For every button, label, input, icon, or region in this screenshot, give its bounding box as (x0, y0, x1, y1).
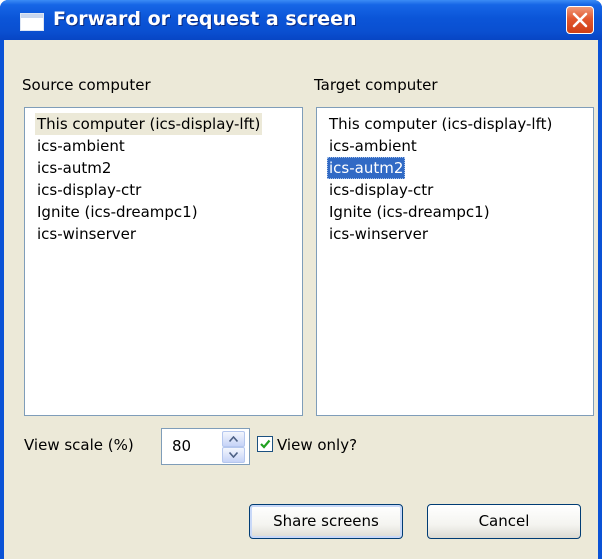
target-item[interactable]: ics-display-ctr (327, 179, 435, 201)
view-only-label[interactable]: View only? (277, 436, 357, 454)
source-item[interactable]: ics-display-ctr (35, 179, 143, 201)
dialog-window: Forward or request a screen Source compu… (0, 0, 602, 559)
target-computer-list[interactable]: This computer (ics-display-lft) ics-ambi… (316, 107, 594, 416)
checkmark-icon (260, 439, 271, 449)
view-only-checkbox[interactable] (257, 436, 273, 452)
source-item[interactable]: ics-autm2 (35, 157, 113, 179)
window-title: Forward or request a screen (53, 8, 357, 30)
cancel-button[interactable]: Cancel (427, 504, 581, 539)
source-computer-label: Source computer (22, 76, 151, 94)
target-item-selected[interactable]: ics-autm2 (327, 157, 406, 179)
share-screens-button[interactable]: Share screens (249, 504, 403, 539)
chevron-down-icon (229, 452, 238, 458)
target-item[interactable]: Ignite (ics-dreampc1) (327, 201, 492, 223)
view-scale-label: View scale (%) (24, 436, 134, 454)
spin-up-button[interactable] (222, 431, 245, 447)
source-item[interactable]: This computer (ics-display-lft) (35, 113, 263, 135)
source-computer-list[interactable]: This computer (ics-display-lft) ics-ambi… (24, 107, 303, 416)
chevron-up-icon (229, 436, 238, 442)
close-button[interactable] (566, 6, 594, 34)
view-scale-spinner[interactable]: 80 (161, 428, 250, 465)
source-item[interactable]: Ignite (ics-dreampc1) (35, 201, 200, 223)
dialog-body: Source computer Target computer This com… (4, 40, 598, 559)
target-computer-label: Target computer (314, 76, 438, 94)
target-item[interactable]: ics-ambient (327, 135, 419, 157)
view-scale-value[interactable]: 80 (172, 437, 191, 455)
source-item[interactable]: ics-ambient (35, 135, 127, 157)
close-icon (572, 12, 588, 28)
window-icon (20, 13, 44, 31)
source-item[interactable]: ics-winserver (35, 223, 138, 245)
spin-down-button[interactable] (222, 447, 245, 463)
target-item[interactable]: ics-winserver (327, 223, 430, 245)
target-item[interactable]: This computer (ics-display-lft) (327, 113, 554, 135)
title-bar[interactable]: Forward or request a screen (0, 0, 602, 40)
